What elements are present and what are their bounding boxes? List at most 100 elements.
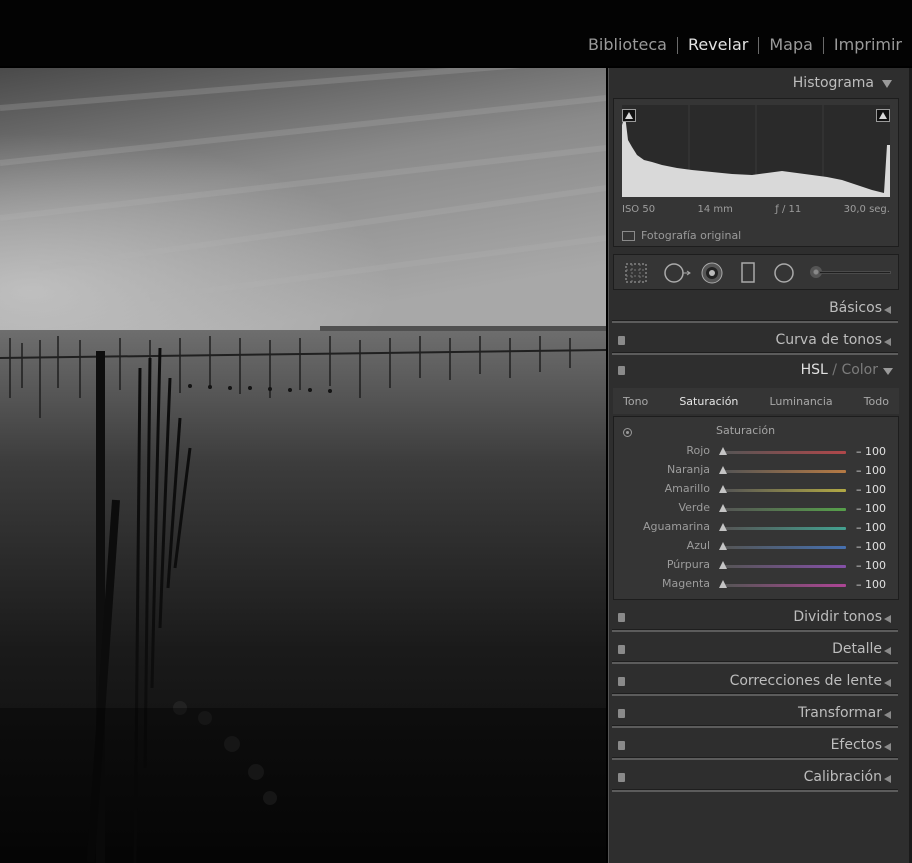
slider-track[interactable]	[724, 546, 846, 549]
slider-track[interactable]	[724, 470, 846, 473]
slider-label: Amarillo	[664, 482, 710, 495]
slider-thumb[interactable]	[719, 466, 727, 474]
section-toggle-switch[interactable]	[618, 741, 625, 750]
crop-overlay-icon[interactable]	[624, 262, 648, 284]
slider-rojo[interactable]: Rojo – 100	[614, 442, 898, 461]
aperture-value: ƒ / 11	[775, 204, 802, 215]
slider-amarillo[interactable]: Amarillo – 100	[614, 480, 898, 499]
slider-value[interactable]: – 100	[856, 521, 886, 534]
histogram-curve	[622, 105, 890, 197]
section-hsl-color[interactable]: HSL / Color	[612, 358, 898, 388]
red-eye-icon[interactable]	[700, 262, 724, 284]
slider-purpura[interactable]: Púrpura – 100	[614, 556, 898, 575]
original-photo-label: Fotografía original	[641, 229, 742, 242]
target-adjustment-icon[interactable]	[623, 428, 632, 437]
tab-saturacion[interactable]: Saturación	[679, 395, 738, 408]
module-picker: Biblioteca Revelar Mapa Imprimir	[578, 33, 912, 57]
slider-naranja[interactable]: Naranja – 100	[614, 461, 898, 480]
highlight-clipping-icon[interactable]	[876, 109, 890, 122]
slider-value[interactable]: – 100	[856, 578, 886, 591]
slider-track[interactable]	[724, 527, 846, 530]
expand-icon[interactable]	[884, 647, 891, 655]
slider-azul[interactable]: Azul – 100	[614, 537, 898, 556]
spot-removal-icon[interactable]	[662, 262, 692, 284]
slider-thumb[interactable]	[719, 485, 727, 493]
section-toggle-switch[interactable]	[618, 773, 625, 782]
slider-value[interactable]: – 100	[856, 445, 886, 458]
slider-aguamarina[interactable]: Aguamarina – 100	[614, 518, 898, 537]
shutter-speed: 30,0 seg.	[843, 204, 890, 215]
slider-magenta[interactable]: Magenta – 100	[614, 575, 898, 594]
tab-luminancia[interactable]: Luminancia	[769, 395, 832, 408]
slider-thumb[interactable]	[719, 542, 727, 550]
iso-value: ISO 50	[622, 204, 656, 215]
tab-tono[interactable]: Tono	[623, 395, 648, 408]
slider-label: Aguamarina	[643, 520, 710, 533]
expand-icon[interactable]	[884, 743, 891, 751]
slider-track[interactable]	[724, 508, 846, 511]
section-title: Calibración	[803, 769, 882, 785]
slider-track[interactable]	[724, 489, 846, 492]
expand-icon[interactable]	[884, 615, 891, 623]
slider-label: Naranja	[666, 463, 710, 476]
expand-icon[interactable]	[884, 711, 891, 719]
slider-label: Azul	[686, 539, 710, 552]
hsl-slider-panel: Saturación Rojo – 100 Naranja – 100 Amar…	[613, 416, 899, 600]
slider-thumb[interactable]	[719, 561, 727, 569]
original-photo-checkbox[interactable]	[622, 230, 635, 241]
section-divider	[612, 757, 898, 760]
section-toggle-switch[interactable]	[618, 709, 625, 718]
module-imprimir[interactable]: Imprimir	[824, 33, 912, 57]
slider-value[interactable]: – 100	[856, 559, 886, 572]
slider-thumb[interactable]	[719, 523, 727, 531]
slider-label: Magenta	[661, 577, 710, 590]
radial-filter-icon[interactable]	[772, 262, 796, 284]
expand-icon[interactable]	[884, 775, 891, 783]
histogram-graph[interactable]	[622, 105, 890, 197]
slider-value[interactable]: – 100	[856, 502, 886, 515]
section-title: Efectos	[830, 737, 882, 753]
slider-thumb[interactable]	[719, 580, 727, 588]
slider-verde[interactable]: Verde – 100	[614, 499, 898, 518]
slider-track[interactable]	[724, 565, 846, 568]
tool-strip	[613, 254, 899, 290]
section-toggle-switch[interactable]	[618, 645, 625, 654]
section-toggle-switch[interactable]	[618, 613, 625, 622]
exif-info: ISO 50 14 mm ƒ / 11 30,0 seg.	[622, 204, 890, 215]
histogram-header[interactable]: Histograma	[612, 68, 898, 98]
section-divider	[612, 725, 898, 728]
expand-icon[interactable]	[884, 306, 891, 314]
section-toggle-switch[interactable]	[618, 336, 625, 345]
collapse-icon[interactable]	[882, 80, 892, 88]
tab-todo[interactable]: Todo	[864, 395, 889, 408]
graduated-filter-icon[interactable]	[738, 262, 758, 284]
section-title: HSL / Color	[801, 362, 878, 378]
module-mapa[interactable]: Mapa	[759, 33, 823, 57]
shadow-clipping-icon[interactable]	[622, 109, 636, 122]
slider-track[interactable]	[724, 584, 846, 587]
hsl-mode-button[interactable]: HSL	[801, 362, 828, 378]
develop-panel: Histograma ISO 50 14 mm ƒ / 11 30,0 seg.…	[608, 68, 912, 863]
expand-icon[interactable]	[884, 338, 891, 346]
module-biblioteca[interactable]: Biblioteca	[578, 33, 677, 57]
collapse-icon[interactable]	[883, 368, 893, 375]
slider-value[interactable]: – 100	[856, 483, 886, 496]
color-mode-button[interactable]: Color	[841, 362, 878, 378]
brush-size-slider[interactable]	[819, 271, 891, 274]
slider-thumb[interactable]	[719, 447, 727, 455]
slider-track[interactable]	[724, 451, 846, 454]
photo-canvas[interactable]	[0, 68, 606, 863]
slider-value[interactable]: – 100	[856, 540, 886, 553]
module-revelar[interactable]: Revelar	[678, 33, 758, 57]
histogram-title: Histograma	[792, 75, 874, 91]
slider-value[interactable]: – 100	[856, 464, 886, 477]
expand-icon[interactable]	[884, 679, 891, 687]
slider-thumb[interactable]	[719, 504, 727, 512]
slider-label: Púrpura	[666, 558, 710, 571]
section-toggle-switch[interactable]	[618, 366, 625, 375]
original-photo-toggle[interactable]: Fotografía original	[622, 229, 741, 242]
photo-image	[0, 68, 606, 863]
section-toggle-switch[interactable]	[618, 677, 625, 686]
slider-label: Verde	[678, 501, 710, 514]
module-bar: Biblioteca Revelar Mapa Imprimir	[0, 0, 912, 66]
